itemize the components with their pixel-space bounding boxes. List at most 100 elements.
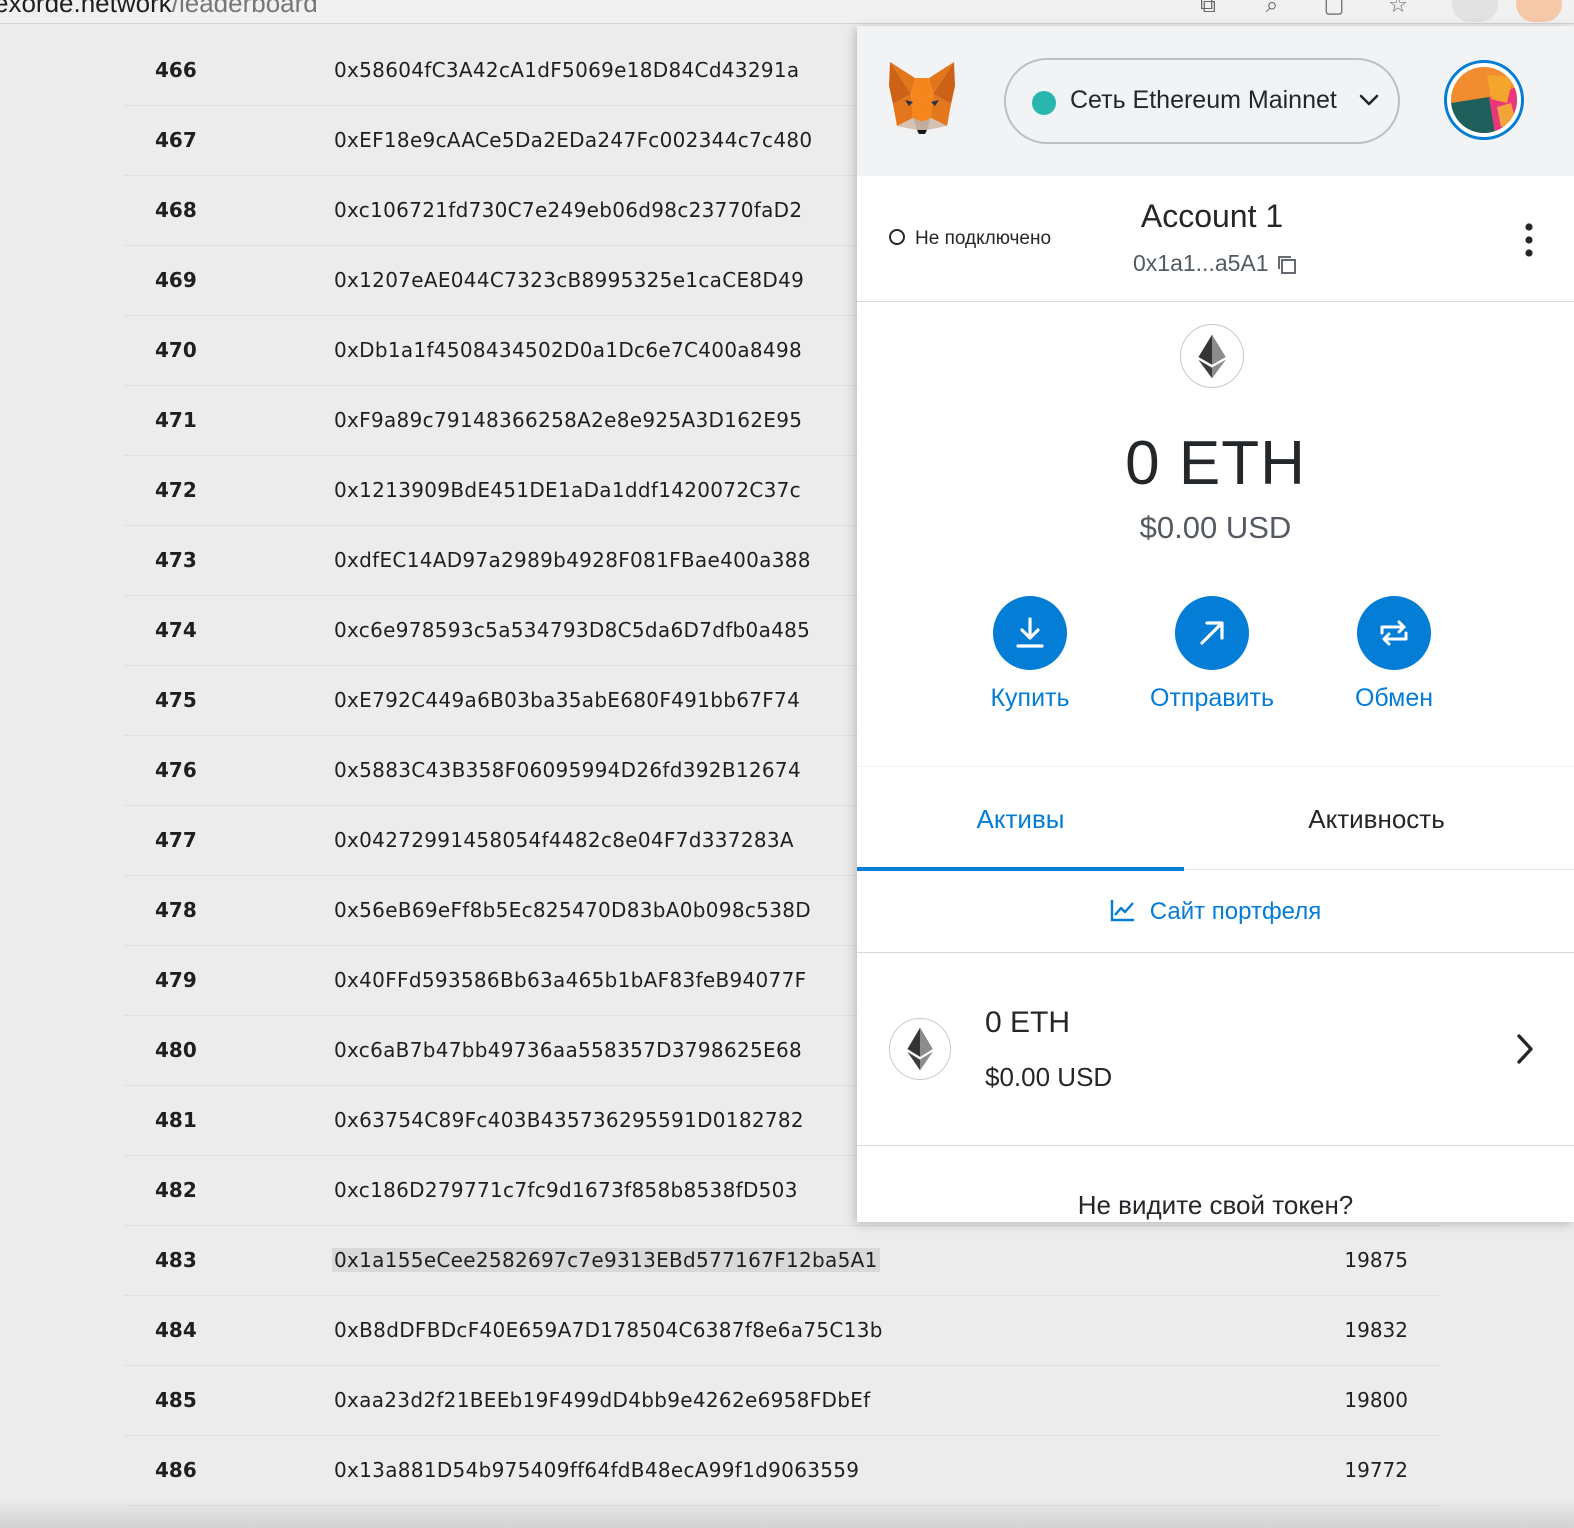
wallet-address[interactable]: 0x58604fC3A42cA1dF5069e18D84Cd43291a <box>334 58 800 82</box>
rank: 476 <box>155 758 197 782</box>
wallet-address[interactable]: 0x1213909BdE451DE1aDa1ddf1420072C37c <box>334 478 801 502</box>
asset-usd-value: $0.00 USD <box>985 1062 1113 1092</box>
wallet-address-selected[interactable]: 0x1a155eCee2582697c7e9313EBd577167F12ba5… <box>332 1248 880 1272</box>
rank: 478 <box>155 898 197 922</box>
swap-circle <box>1357 596 1431 670</box>
wallet-address[interactable]: 0x40FFd593586Bb63a465b1bAF83feB94077F <box>334 968 806 992</box>
score: 19875 <box>1344 1248 1408 1272</box>
wallet-address[interactable]: 0x56eB69eFf8b5Ec825470D83bA0b098c538D <box>334 898 811 922</box>
download-icon <box>1016 617 1044 648</box>
rank: 472 <box>155 478 197 502</box>
status-ring-icon <box>889 229 905 245</box>
wallet-tabs: Активы Активность <box>857 766 1574 871</box>
wallet-address[interactable]: 0xF9a89c79148366258A2e8e925A3D162E95 <box>334 408 802 432</box>
wallet-address[interactable]: 0xDb1a1f4508434502D0a1Dc6e7C400a8498 <box>334 338 802 362</box>
rank: 474 <box>155 618 197 642</box>
wallet-address[interactable]: 0xEF18e9cAACe5Da2EDa247Fc002344c7c480 <box>334 128 812 152</box>
account-avatar[interactable] <box>1444 60 1524 140</box>
address-bar[interactable]: exorde.network/leaderboard <box>0 0 318 19</box>
ethereum-logo-icon <box>1180 324 1244 388</box>
network-selector[interactable]: Сеть Ethereum Mainnet <box>1004 58 1400 144</box>
copy-icon <box>1277 256 1296 274</box>
share-icon[interactable]: ▢ <box>1320 0 1348 20</box>
account-address: 0x1a1...a5A1 <box>1133 250 1269 276</box>
account-name: Account 1 <box>1140 198 1284 234</box>
table-row: 485 0xaa23d2f21BEEb19F499dD4bb9e4262e6958… <box>124 1366 1440 1436</box>
wallet-address[interactable]: 0x5883C43B358F06095994D26fd392B12674 <box>334 758 801 782</box>
chart-line-icon <box>1110 900 1134 922</box>
metamask-header: Сеть Ethereum Mainnet <box>857 26 1574 176</box>
url-host: exorde.network <box>0 0 172 18</box>
rank: 484 <box>155 1318 197 1342</box>
account-address-copy[interactable]: 0x1a1...a5A1 <box>1133 250 1297 277</box>
swap-label: Обмен <box>1354 684 1434 712</box>
wallet-address[interactable]: 0xc106721fd730C7e249eb06d98c23770faD2 <box>334 198 802 222</box>
buy-label: Купить <box>990 684 1070 712</box>
send-circle <box>1175 596 1249 670</box>
usd-balance: $0.00 USD <box>1139 510 1292 545</box>
rank: 468 <box>155 198 197 222</box>
chevron-right-icon <box>1517 1034 1533 1064</box>
rank: 475 <box>155 688 197 712</box>
missing-token-prompt: Не видите свой токен? <box>1077 1190 1354 1220</box>
bookmark-star-icon[interactable]: ☆ <box>1384 0 1412 20</box>
metamask-fox-icon[interactable] <box>887 60 957 136</box>
rank: 480 <box>155 1038 197 1062</box>
table-row: 486 0x13a881D54b975409ff64fdB48ecA99f1d90… <box>124 1436 1440 1506</box>
wallet-address[interactable]: 0xdfEC14AD97a2989b4928F081FBae400a388 <box>334 548 811 572</box>
connection-status[interactable]: Не подключено <box>889 228 1051 250</box>
rank: 479 <box>155 968 197 992</box>
eth-balance: 0 ETH <box>1125 429 1306 498</box>
wallet-address[interactable]: 0xaa23d2f21BEEb19F499dD4bb9e4262e6958FDb… <box>334 1388 870 1412</box>
buy-button[interactable]: Купить <box>950 596 1110 713</box>
swap-button[interactable]: Обмен <box>1314 596 1474 713</box>
metamask-extension-icon[interactable] <box>1516 0 1562 22</box>
swap-icon <box>1380 620 1408 646</box>
rank: 482 <box>155 1178 197 1202</box>
rank: 467 <box>155 128 197 152</box>
wallet-address[interactable]: 0x1207eAE044C7323cB8995325e1caCE8D49 <box>334 268 804 292</box>
rank: 485 <box>155 1388 197 1412</box>
arrow-up-right-icon <box>1200 621 1224 645</box>
rank: 473 <box>155 548 197 572</box>
rank: 486 <box>155 1458 197 1482</box>
browser-toolbar: exorde.network/leaderboard ⧉ ⌕ ▢ ☆ <box>0 0 1574 24</box>
url-path: /leaderboard <box>171 0 318 18</box>
tab-assets[interactable]: Активы <box>857 767 1184 871</box>
account-bar: Не подключено Account 1 0x1a1...a5A1 <box>857 176 1574 302</box>
network-status-dot <box>1032 91 1056 115</box>
wallet-address[interactable]: 0x63754C89Fc403B435736295591D0182782 <box>334 1108 804 1132</box>
wallet-address[interactable]: 0xB8dDFBDcF40E659A7D178504C6387f8e6a75C1… <box>334 1318 883 1342</box>
wallet-address[interactable]: 0xc186D279771c7fc9d1673f858b8538fD503 <box>334 1178 798 1202</box>
rank: 470 <box>155 338 197 362</box>
identicon-icon <box>1451 67 1517 133</box>
buy-circle <box>993 596 1067 670</box>
rank: 471 <box>155 408 197 432</box>
score: 19800 <box>1344 1388 1408 1412</box>
wallet-actions: Купить Отправить Обмен <box>857 596 1574 716</box>
score: 19772 <box>1344 1458 1408 1482</box>
send-label: Отправить <box>1150 684 1274 712</box>
wallet-address[interactable]: 0xE792C449a6B03ba35abE680F491bb67F74 <box>334 688 800 712</box>
translate-icon[interactable]: ⧉ <box>1194 0 1222 20</box>
portfolio-site-link[interactable]: Сайт портфеля <box>857 871 1574 953</box>
wallet-address[interactable]: 0x13a881D54b975409ff64fdB48ecA99f1d90635… <box>334 1458 859 1482</box>
wallet-address[interactable]: 0x04272991458054f4482c8e04F7d337283A <box>334 828 794 852</box>
metamask-popup: Сеть Ethereum Mainnet Не подключено Acco… <box>857 26 1574 1222</box>
tab-activity[interactable]: Активность <box>1213 767 1540 871</box>
asset-amount: 0 ETH <box>985 1006 1071 1039</box>
score: 19832 <box>1344 1318 1408 1342</box>
search-icon[interactable]: ⌕ <box>1258 0 1286 20</box>
rank: 483 <box>155 1248 197 1272</box>
asset-row-eth[interactable]: 0 ETH $0.00 USD <box>857 954 1574 1146</box>
send-button[interactable]: Отправить <box>1132 596 1292 713</box>
account-options-icon[interactable] <box>1519 222 1539 258</box>
rank: 481 <box>155 1108 197 1132</box>
rank: 466 <box>155 58 197 82</box>
wallet-address[interactable]: 0xc6aB7b47bb49736aa558357D3798625E68 <box>334 1038 802 1062</box>
chevron-down-icon <box>1359 94 1379 106</box>
table-row-highlighted: 483 0x1a155eCee2582697c7e9313EBd577167F12… <box>124 1226 1440 1296</box>
extension-globe-icon[interactable] <box>1452 0 1498 22</box>
connection-status-label: Не подключено <box>915 228 1052 249</box>
wallet-address[interactable]: 0xc6e978593c5a534793D8C5da6D7dfb0a485 <box>334 618 810 642</box>
